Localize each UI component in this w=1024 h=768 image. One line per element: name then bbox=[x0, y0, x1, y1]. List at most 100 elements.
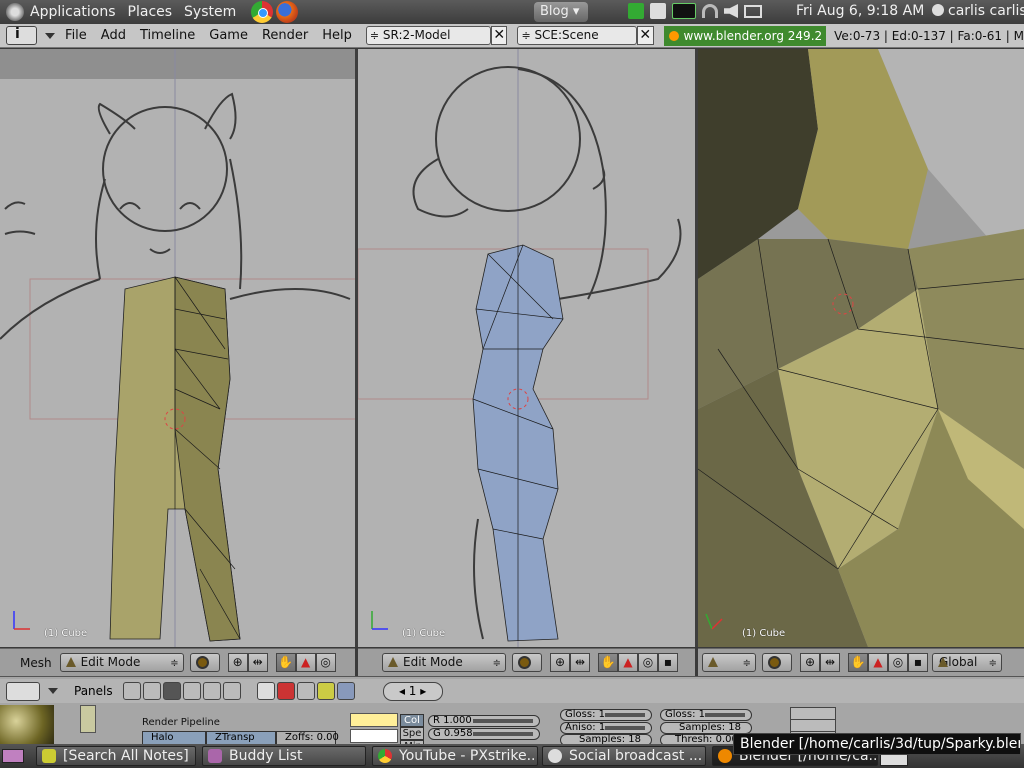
buttons-collapse-icon[interactable] bbox=[48, 688, 58, 694]
buttons-header: Panels ◂ 1 ▸ bbox=[0, 679, 1024, 703]
delete-screen-button[interactable]: ✕ bbox=[490, 26, 508, 45]
aniso-slider[interactable]: Aniso: 1. bbox=[560, 722, 652, 734]
hand-icon-persp[interactable]: ✋ bbox=[848, 653, 868, 672]
triangle-icon[interactable]: ▲ bbox=[295, 653, 316, 672]
hand-icon-side[interactable]: ✋ bbox=[598, 653, 618, 672]
blog-button[interactable]: Blog ▾ bbox=[534, 2, 588, 22]
chrome-launcher-icon[interactable] bbox=[251, 1, 274, 23]
frame-counter[interactable]: ◂ 1 ▸ bbox=[382, 681, 443, 701]
user-menu[interactable]: carlis carlis bbox=[932, 3, 1024, 19]
wifi-icon[interactable] bbox=[702, 4, 718, 18]
scene-selector[interactable]: SCE:Scene bbox=[517, 26, 638, 45]
world-icon[interactable] bbox=[336, 682, 355, 700]
r-slider[interactable]: R 1.000 bbox=[428, 715, 540, 727]
menu-applications[interactable]: Applications bbox=[30, 4, 116, 20]
mesh-menu[interactable]: Mesh bbox=[20, 656, 52, 670]
manipulator-icon-side[interactable]: ⇹ bbox=[570, 653, 590, 672]
circle-icon[interactable]: ◎ bbox=[315, 653, 336, 672]
radiosity-icon[interactable] bbox=[316, 682, 335, 700]
taskbar-item-youtube[interactable]: YouTube - PXstrike... bbox=[372, 746, 538, 766]
taskbar-item-buddy[interactable]: Buddy List bbox=[202, 746, 366, 766]
g-slider[interactable]: G 0.958 bbox=[428, 728, 540, 740]
pivot-group-side: ⊕ ⇹ bbox=[550, 653, 590, 672]
viewport-front[interactable]: (1) Cube bbox=[0, 49, 355, 647]
notes-icon[interactable] bbox=[650, 3, 666, 19]
gloss-slider[interactable]: Gloss: 1. bbox=[560, 709, 652, 721]
taskbar-item-social-label: Social broadcast ... bbox=[569, 748, 703, 764]
menu-timeline[interactable]: Timeline bbox=[140, 28, 195, 43]
buttons-window-type-selector[interactable] bbox=[6, 681, 40, 701]
viewport-perspective[interactable]: (1) Cube bbox=[698, 49, 1024, 647]
gloss2-slider[interactable]: Gloss: 1. bbox=[660, 709, 752, 721]
window-title-tooltip: Blender [/home/carlis/3d/tup/Sparky.blen… bbox=[733, 733, 1021, 755]
taskbar-item-notes[interactable]: [Search All Notes] bbox=[36, 746, 196, 766]
manipulator-icon[interactable]: ⇹ bbox=[247, 653, 268, 672]
system-monitor-icon[interactable] bbox=[672, 3, 696, 19]
window-type-selector[interactable] bbox=[6, 26, 38, 45]
editing-icon[interactable] bbox=[202, 682, 221, 700]
show-desktop-icon[interactable] bbox=[2, 749, 24, 763]
menu-file[interactable]: File bbox=[65, 28, 87, 43]
render-pipeline-label: Render Pipeline bbox=[142, 717, 220, 728]
delete-scene-button[interactable]: ✕ bbox=[637, 26, 654, 45]
clock[interactable]: Fri Aug 6, 9:18 AM bbox=[796, 3, 924, 19]
draw-type-selector-persp[interactable] bbox=[762, 653, 792, 672]
spe-tab[interactable]: Spe bbox=[400, 727, 424, 740]
mode-selector-persp[interactable]: ≑ bbox=[702, 653, 756, 672]
circle-icon-persp[interactable]: ◎ bbox=[888, 653, 908, 672]
mode-selector-side[interactable]: Edit Mode ≑ bbox=[382, 653, 506, 672]
pivot-icon[interactable]: ⊕ bbox=[227, 653, 248, 672]
color-swatch[interactable] bbox=[350, 713, 398, 727]
mode-selector[interactable]: Edit Mode ≑ bbox=[59, 653, 184, 672]
triangle-icon-side[interactable]: ▲ bbox=[618, 653, 638, 672]
col-tab[interactable]: Col bbox=[400, 714, 424, 727]
script-icon[interactable] bbox=[142, 682, 161, 700]
viewport-header-persp: ≑ ⊕ ⇹ ✋ ▲ ◎ ▪ Global ≑ bbox=[698, 648, 1024, 676]
ztransp-toggle[interactable]: ZTransp bbox=[206, 731, 276, 745]
blender-info-header: File Add Timeline Game Render Help SR:2-… bbox=[0, 24, 1024, 48]
scene-icon[interactable] bbox=[222, 682, 241, 700]
zoffs-field[interactable]: Zoffs: 0.00 bbox=[276, 731, 339, 745]
spec-swatch[interactable] bbox=[350, 729, 398, 743]
lamp-icon[interactable] bbox=[256, 682, 275, 700]
draw-type-selector-side[interactable] bbox=[512, 653, 542, 672]
menu-system[interactable]: System bbox=[184, 4, 236, 20]
shading-icon[interactable] bbox=[162, 682, 181, 700]
menu-places[interactable]: Places bbox=[128, 4, 173, 20]
orientation-selector[interactable]: Global ≑ bbox=[932, 653, 1002, 672]
firefox-launcher-icon[interactable] bbox=[276, 1, 299, 23]
preview-type-toggle[interactable] bbox=[80, 705, 96, 733]
mail-icon[interactable] bbox=[744, 4, 762, 18]
volume-icon[interactable] bbox=[724, 4, 738, 18]
pidgin-icon bbox=[208, 749, 222, 763]
object-icon[interactable] bbox=[182, 682, 201, 700]
triangle-icon-persp[interactable]: ▲ bbox=[868, 653, 888, 672]
menu-help[interactable]: Help bbox=[322, 28, 352, 43]
menu-add[interactable]: Add bbox=[101, 28, 126, 43]
viewport-side[interactable]: (1) Cube bbox=[358, 49, 695, 647]
menu-render[interactable]: Render bbox=[262, 28, 308, 43]
tomboy-icon bbox=[42, 749, 56, 763]
taskbar-item-social[interactable]: Social broadcast ... bbox=[542, 746, 706, 766]
collapse-triangle-icon[interactable] bbox=[45, 32, 56, 39]
draw-type-selector[interactable] bbox=[189, 653, 220, 672]
pivot-icon-side[interactable]: ⊕ bbox=[550, 653, 570, 672]
ubuntu-logo-icon[interactable] bbox=[6, 3, 24, 21]
logic-icon[interactable] bbox=[122, 682, 141, 700]
square-icon-side[interactable]: ▪ bbox=[658, 653, 678, 672]
texture-icon[interactable] bbox=[296, 682, 315, 700]
hand-icon[interactable]: ✋ bbox=[275, 653, 296, 672]
blender-org-link[interactable]: www.blender.org 249.2 bbox=[663, 25, 827, 46]
notification-icon[interactable] bbox=[628, 3, 644, 19]
manipulator-icon-persp[interactable]: ⇹ bbox=[820, 653, 840, 672]
screen-selector[interactable]: SR:2-Model bbox=[365, 26, 491, 45]
material-icon[interactable] bbox=[276, 682, 295, 700]
menu-game[interactable]: Game bbox=[209, 28, 248, 43]
pivot-icon-persp[interactable]: ⊕ bbox=[800, 653, 820, 672]
select-mode-group-persp: ✋ ▲ ◎ ▪ bbox=[848, 653, 928, 672]
blog-label: Blog bbox=[540, 4, 569, 19]
perspective-view-scene bbox=[698, 49, 1024, 647]
halo-toggle[interactable]: Halo bbox=[142, 731, 206, 745]
circle-icon-side[interactable]: ◎ bbox=[638, 653, 658, 672]
square-icon-persp[interactable]: ▪ bbox=[908, 653, 928, 672]
